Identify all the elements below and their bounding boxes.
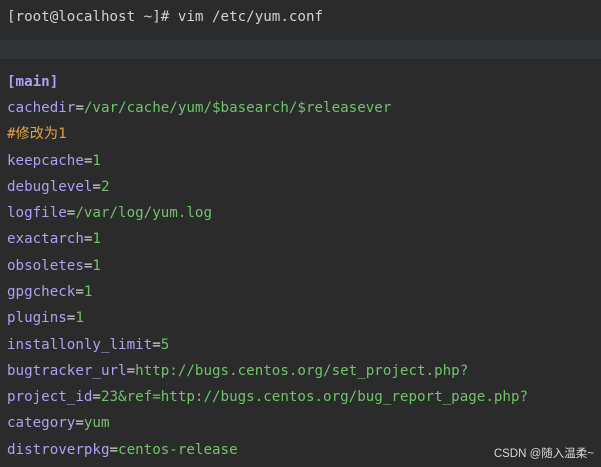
config-value: centos-release <box>118 442 238 458</box>
config-line-installonly-limit: installonly_limit=5 <box>7 335 169 355</box>
config-equals: = <box>92 179 101 195</box>
config-key: gpgcheck <box>7 284 76 300</box>
config-key: debuglevel <box>7 179 93 195</box>
config-key: installonly_limit <box>7 337 153 353</box>
config-line-logfile: logfile=/var/log/yum.log <box>7 203 212 223</box>
csdn-watermark: CSDN @随入温柔~ <box>493 448 594 460</box>
config-value: /var/log/yum.log <box>75 205 213 221</box>
config-line-debuglevel: debuglevel=2 <box>7 177 110 197</box>
config-key: obsoletes <box>7 258 84 274</box>
config-line-gpgcheck: gpgcheck=1 <box>7 282 92 302</box>
config-key: logfile <box>7 205 67 221</box>
config-value: 1 <box>92 231 101 247</box>
cursor-line-highlight <box>0 40 601 59</box>
config-key: plugins <box>7 310 67 326</box>
config-equals: = <box>75 100 84 116</box>
config-value: 2 <box>100 179 110 195</box>
shell-prompt-line: [root@localhost ~]# vim /etc/yum.conf <box>7 9 324 25</box>
config-line-bugtracker-url: bugtracker_url=http://bugs.centos.org/se… <box>7 361 468 381</box>
config-key: project_id <box>7 389 93 405</box>
config-line-obsoletes: obsoletes=1 <box>7 256 101 276</box>
config-line-keepcache: keepcache=1 <box>7 151 101 171</box>
config-line-exactarch: exactarch=1 <box>7 229 101 249</box>
config-value: 1 <box>83 284 93 300</box>
config-comment: #修改为1 <box>7 126 67 142</box>
config-key: bugtracker_url <box>7 363 127 379</box>
config-value: http://bugs.centos.org/set_project.php? <box>135 363 469 379</box>
config-line-cachedir: cachedir=/var/cache/yum/$basearch/$relea… <box>7 98 391 118</box>
config-line-plugins: plugins=1 <box>7 308 84 328</box>
config-equals: = <box>109 442 119 458</box>
config-value: yum <box>83 415 110 431</box>
config-value: 1 <box>75 310 84 326</box>
config-value: 1 <box>92 258 101 274</box>
config-value: 23&ref=http://bugs.centos.org/bug_report… <box>100 389 529 405</box>
config-equals: = <box>75 284 84 300</box>
config-key: distroverpkg <box>7 442 110 458</box>
config-line-distroverpkg: distroverpkg=centos-release <box>7 440 238 460</box>
config-key: exactarch <box>7 231 84 247</box>
config-equals: = <box>152 337 161 353</box>
config-section-header: [main] <box>7 74 59 90</box>
config-value: 5 <box>160 337 170 353</box>
config-key: category <box>7 415 76 431</box>
config-line-category: category=yum <box>7 413 110 433</box>
config-equals: = <box>75 415 84 431</box>
terminal-window[interactable]: [root@localhost ~]# vim /etc/yum.conf [m… <box>0 0 601 467</box>
config-key: keepcache <box>7 153 84 169</box>
config-line-project-id: project_id=23&ref=http://bugs.centos.org… <box>7 387 528 407</box>
config-value: /var/cache/yum/$basearch/$releasever <box>83 100 392 116</box>
config-equals: = <box>92 389 101 405</box>
config-value: 1 <box>92 153 101 169</box>
config-equals: = <box>126 363 136 379</box>
config-key: cachedir <box>7 100 76 116</box>
